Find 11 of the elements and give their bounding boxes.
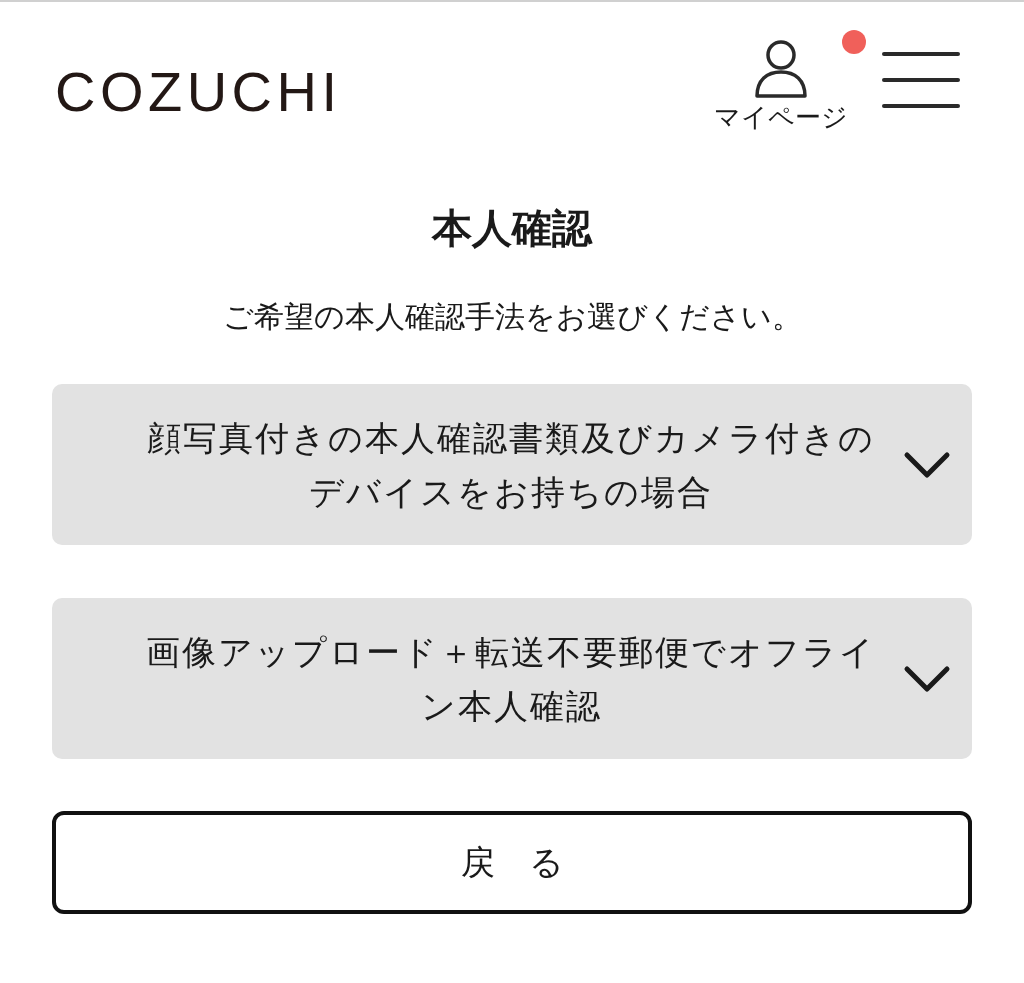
accordion-item[interactable]: 顔写真付きの本人確認書類及びカメラ付きのデバイスをお持ちの場合 xyxy=(52,384,972,545)
accordion-item[interactable]: 画像アップロード＋転送不要郵便でオフライン本人確認 xyxy=(52,598,972,759)
user-icon xyxy=(752,38,810,98)
instruction-text: ご希望の本人確認手法をお選びください。 xyxy=(222,302,802,332)
chevron-icon xyxy=(903,664,951,693)
chevron-icon xyxy=(903,450,951,479)
mypage-button[interactable]: マイページ xyxy=(714,36,848,130)
page-title: 本人確認 xyxy=(432,208,592,248)
menu-button[interactable] xyxy=(882,52,960,108)
logo[interactable]: COZUCHI xyxy=(55,64,342,120)
back-button[interactable]: 戻 る xyxy=(52,811,972,914)
